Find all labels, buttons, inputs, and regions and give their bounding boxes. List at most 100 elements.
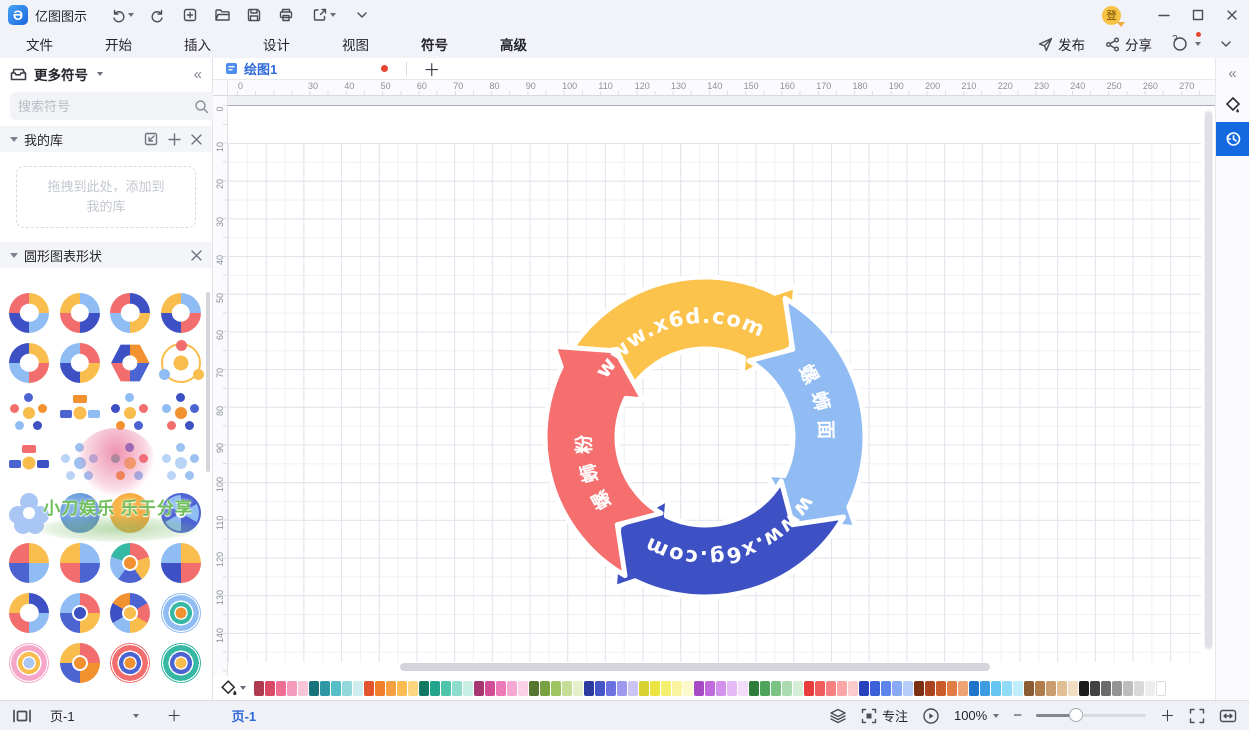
color-swatch[interactable] xyxy=(342,681,352,696)
menu-item-2[interactable]: 插入 xyxy=(158,30,237,58)
color-swatch[interactable] xyxy=(1046,681,1056,696)
menu-item-6[interactable]: 高级 xyxy=(474,30,553,58)
color-swatch[interactable] xyxy=(914,681,924,696)
symbol-item-donut[interactable] xyxy=(55,288,106,338)
color-swatch[interactable] xyxy=(826,681,836,696)
symbol-item-ball[interactable] xyxy=(105,488,156,538)
menu-item-5[interactable]: 符号 xyxy=(395,30,474,58)
vertical-scrollbar[interactable] xyxy=(1204,110,1213,650)
new-document-button[interactable] xyxy=(177,4,203,26)
color-swatch[interactable] xyxy=(595,681,605,696)
symbol-item-net[interactable] xyxy=(105,438,156,488)
color-swatch[interactable] xyxy=(518,681,528,696)
ribbon-collapse-icon[interactable] xyxy=(1213,33,1239,55)
color-swatch[interactable] xyxy=(716,681,726,696)
color-swatch[interactable] xyxy=(793,681,803,696)
color-swatch[interactable] xyxy=(353,681,363,696)
symbol-item-donut[interactable] xyxy=(4,288,55,338)
symbol-search-input[interactable] xyxy=(18,99,194,114)
color-swatch[interactable] xyxy=(1112,681,1122,696)
color-swatch[interactable] xyxy=(848,681,858,696)
color-swatch[interactable] xyxy=(738,681,748,696)
symbol-item-net[interactable] xyxy=(105,388,156,438)
close-library-icon[interactable] xyxy=(191,134,202,145)
color-swatch[interactable] xyxy=(991,681,1001,696)
maximize-button[interactable] xyxy=(1181,1,1215,29)
color-swatch[interactable] xyxy=(331,681,341,696)
symbol-item-flower[interactable] xyxy=(4,488,55,538)
presentation-play-icon[interactable] xyxy=(922,707,940,725)
new-tab-button[interactable]: ＋ xyxy=(415,56,448,81)
color-swatch[interactable] xyxy=(507,681,517,696)
color-swatch[interactable] xyxy=(540,681,550,696)
drawing-canvas[interactable]: www.x6d.com螺蛳面www.x6g.com螺蛳粉 xyxy=(228,96,1215,676)
color-swatch[interactable] xyxy=(485,681,495,696)
color-swatch[interactable] xyxy=(958,681,968,696)
color-swatch[interactable] xyxy=(936,681,946,696)
color-swatch[interactable] xyxy=(771,681,781,696)
symbol-item-donut[interactable] xyxy=(4,588,55,638)
undo-button[interactable] xyxy=(105,4,139,26)
color-swatch[interactable] xyxy=(804,681,814,696)
symbol-item-net[interactable] xyxy=(156,388,207,438)
color-swatch[interactable] xyxy=(837,681,847,696)
import-library-icon[interactable] xyxy=(144,132,158,146)
print-button[interactable] xyxy=(273,4,299,26)
login-button[interactable]: 登 xyxy=(1102,6,1121,25)
color-swatch[interactable] xyxy=(683,681,693,696)
zoom-level-dropdown[interactable]: 100% xyxy=(954,708,999,723)
color-swatch[interactable] xyxy=(375,681,385,696)
color-swatch[interactable] xyxy=(463,681,473,696)
color-swatch[interactable] xyxy=(1013,681,1023,696)
cycle-diagram[interactable]: www.x6d.com螺蛳面www.x6g.com螺蛳粉 xyxy=(515,247,895,627)
color-swatch[interactable] xyxy=(1002,681,1012,696)
redo-button[interactable] xyxy=(145,4,171,26)
menu-item-1[interactable]: 开始 xyxy=(79,30,158,58)
layers-icon[interactable] xyxy=(829,708,847,724)
color-swatch[interactable] xyxy=(452,681,462,696)
symbol-item-net[interactable] xyxy=(55,438,106,488)
color-swatch[interactable] xyxy=(639,681,649,696)
zoom-slider[interactable] xyxy=(1036,714,1146,717)
symbol-item-rings[interactable] xyxy=(156,638,207,688)
color-swatch[interactable] xyxy=(870,681,880,696)
color-swatch[interactable] xyxy=(1101,681,1111,696)
color-swatch[interactable] xyxy=(287,681,297,696)
symbol-item-orbit[interactable] xyxy=(156,338,207,388)
color-swatch[interactable] xyxy=(749,681,759,696)
page-dropdown[interactable]: 页-1 xyxy=(50,706,139,725)
color-swatch[interactable] xyxy=(606,681,616,696)
color-swatch[interactable] xyxy=(892,681,902,696)
color-swatch[interactable] xyxy=(1079,681,1089,696)
color-swatch[interactable] xyxy=(661,681,671,696)
horizontal-scrollbar-thumb[interactable] xyxy=(400,663,990,671)
symbol-item-pie[interactable] xyxy=(4,538,55,588)
zoom-out-button[interactable]: − xyxy=(1013,707,1022,724)
color-swatch[interactable] xyxy=(628,681,638,696)
section-expand-icon[interactable] xyxy=(10,137,18,142)
color-swatch[interactable] xyxy=(1024,681,1034,696)
fill-color-bucket-icon[interactable] xyxy=(221,680,246,696)
color-swatch[interactable] xyxy=(254,681,264,696)
library-drop-zone[interactable]: 拖拽到此处，添加到我的库 xyxy=(16,166,196,228)
color-swatch[interactable] xyxy=(1068,681,1078,696)
color-swatch[interactable] xyxy=(672,681,682,696)
color-swatch[interactable] xyxy=(474,681,484,696)
close-button[interactable] xyxy=(1215,1,1249,29)
color-swatch[interactable] xyxy=(364,681,374,696)
symbol-item-donut[interactable] xyxy=(55,338,106,388)
symbol-item-pie[interactable] xyxy=(156,538,207,588)
color-swatch[interactable] xyxy=(947,681,957,696)
focus-mode-button[interactable]: 专注 xyxy=(861,706,908,725)
toolbar-more-icon[interactable] xyxy=(349,4,375,26)
color-swatch[interactable] xyxy=(320,681,330,696)
color-swatch[interactable] xyxy=(925,681,935,696)
color-swatch[interactable] xyxy=(1035,681,1045,696)
color-swatch[interactable] xyxy=(1057,681,1067,696)
fullscreen-icon[interactable] xyxy=(1189,708,1205,724)
add-page-button[interactable]: ＋ xyxy=(167,705,182,726)
color-swatch[interactable] xyxy=(397,681,407,696)
export-button[interactable] xyxy=(305,4,343,26)
color-swatch[interactable] xyxy=(980,681,990,696)
color-swatch[interactable] xyxy=(1156,681,1166,696)
